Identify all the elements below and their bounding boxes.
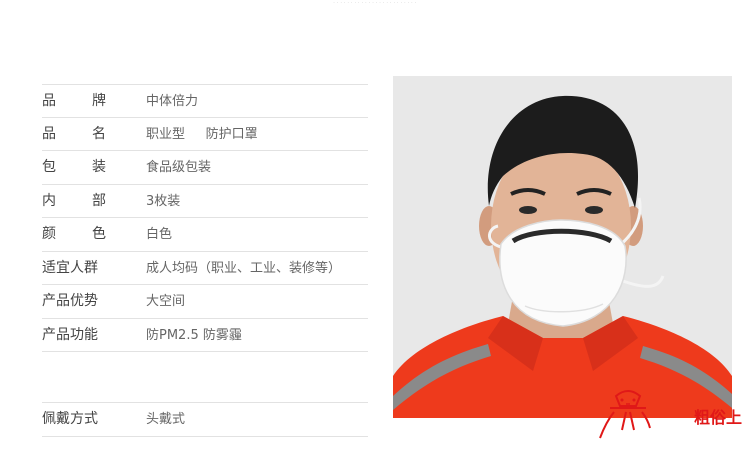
spec-value-target-users: 成人均码（职业、工业、装修等） xyxy=(146,260,342,276)
spec-row-color: 颜色 白色 xyxy=(42,218,368,252)
spec-label-char: 部 xyxy=(92,192,106,209)
spec-label-char: 装 xyxy=(92,159,106,175)
spec-row-function: 产品功能 防PM2.5 防雾霾 xyxy=(42,319,368,352)
spec-value-function: 防PM2.5 防雾霾 xyxy=(146,327,242,343)
spec-table: 品牌 中体倍力 品名 职业型 防护口罩 包装 食品级包装 内部 3枚装 颜色 白… xyxy=(42,84,368,437)
spec-label-char: 色 xyxy=(92,226,106,242)
spec-label-target-users: 适宜人群 xyxy=(42,259,98,276)
spec-label-char: 内 xyxy=(42,192,56,209)
spec-value-product-name: 职业型 防护口罩 xyxy=(146,126,258,142)
spec-row-product-name: 品名 职业型 防护口罩 xyxy=(42,118,368,151)
spec-label-char: 颜 xyxy=(42,226,56,242)
top-caption: · · · · · · · · · · · · · · · · · · · · … xyxy=(333,0,417,5)
spec-value-contents: 3枚装 xyxy=(146,193,181,209)
spec-label-char: 品 xyxy=(42,93,56,109)
spec-label-advantage: 产品优势 xyxy=(42,293,98,309)
spec-value-color: 白色 xyxy=(146,227,173,242)
model-wearing-mask-illustration xyxy=(393,76,732,418)
spec-row-spacer xyxy=(42,352,368,403)
spec-row-wearing: 佩戴方式 头戴式 xyxy=(42,403,368,437)
spec-value-brand: 中体倍力 xyxy=(146,94,199,109)
spec-label-char: 包 xyxy=(42,159,56,175)
spec-label-contents: 内部 xyxy=(42,185,106,218)
brand-logo: 粗俗上 xyxy=(596,386,748,448)
spec-label-product-name: 品名 xyxy=(42,118,106,151)
spec-row-target-users: 适宜人群 成人均码（职业、工业、装修等） xyxy=(42,252,368,285)
spec-row-contents: 内部 3枚装 xyxy=(42,185,368,218)
spec-row-packaging: 包装 食品级包装 xyxy=(42,151,368,185)
spec-label-char: 名 xyxy=(92,125,106,142)
spec-value-advantage: 大空间 xyxy=(146,294,186,309)
spec-row-advantage: 产品优势 大空间 xyxy=(42,285,368,319)
spec-label-char: 牌 xyxy=(92,93,106,109)
logo-text: 粗俗上 xyxy=(693,408,742,427)
spec-value-packaging: 食品级包装 xyxy=(146,160,212,175)
spec-label-packaging: 包装 xyxy=(42,151,106,184)
spec-label-wearing: 佩戴方式 xyxy=(42,411,98,427)
spec-label-function: 产品功能 xyxy=(42,326,98,343)
spec-label-char: 品 xyxy=(42,125,56,142)
spec-row-brand: 品牌 中体倍力 xyxy=(42,84,368,118)
spec-value-wearing: 头戴式 xyxy=(146,412,186,427)
spec-label-brand: 品牌 xyxy=(42,85,106,118)
spec-label-color: 颜色 xyxy=(42,218,106,251)
product-photo xyxy=(393,76,732,418)
